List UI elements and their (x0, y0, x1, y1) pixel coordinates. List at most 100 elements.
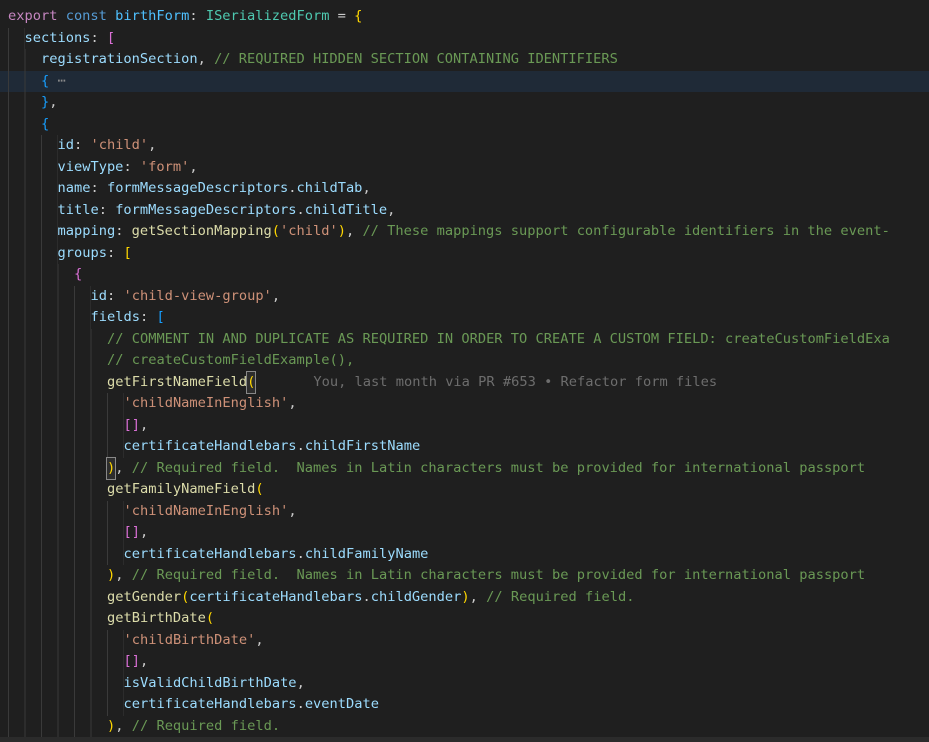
code-line[interactable]: 'childNameInEnglish', (0, 393, 929, 415)
code-line[interactable]: export const birthForm: ISerializedForm … (0, 6, 929, 28)
punctuation-token: . (297, 694, 305, 716)
code-line[interactable]: [], (0, 651, 929, 673)
type-token: ISerializedForm (206, 6, 330, 28)
identifier-token: childTitle (305, 200, 387, 222)
code-line[interactable]: id: 'child', (0, 135, 929, 157)
identifier-token: mapping (58, 221, 116, 243)
punctuation-token: , (189, 157, 197, 179)
string-token: 'childBirthDate' (124, 630, 256, 652)
code-line[interactable]: id: 'child-view-group', (0, 286, 929, 308)
inline-blame-annotation[interactable]: You, last month via PR #653 • Refactor f… (313, 374, 717, 390)
code-line[interactable]: getFirstNameField(You, last month via PR… (0, 372, 929, 394)
code-line[interactable]: ), // Required field. Names in Latin cha… (0, 565, 929, 587)
indent-guides (8, 221, 58, 243)
bracket-token: [ (107, 28, 115, 50)
indent-guides (8, 608, 107, 630)
punctuation-token: , (288, 501, 296, 523)
comment-token: // REQUIRED HIDDEN SECTION CONTAINING ID… (214, 49, 618, 71)
code-line[interactable]: isValidChildBirthDate, (0, 673, 929, 695)
code-line[interactable]: 'childNameInEnglish', (0, 501, 929, 523)
punctuation-token: , (140, 651, 148, 673)
code-line[interactable]: title: formMessageDescriptors.childTitle… (0, 200, 929, 222)
keyword-token: export (8, 6, 57, 28)
code-line[interactable]: ), // Required field. Names in Latin cha… (0, 458, 929, 480)
horizontal-scrollbar[interactable] (0, 737, 929, 742)
string-token: 'child-view-group' (123, 286, 271, 308)
code-line[interactable]: // createCustomFieldExample(), (0, 350, 929, 372)
comment-token: // COMMENT IN AND DUPLICATE AS REQUIRED … (107, 329, 890, 351)
code-line[interactable]: // COMMENT IN AND DUPLICATE AS REQUIRED … (0, 329, 929, 351)
code-line[interactable]: certificateHandlebars.eventDate (0, 694, 929, 716)
string-token: 'childNameInEnglish' (124, 393, 289, 415)
punctuation-token: : (90, 28, 106, 50)
bracket-token: [] (124, 522, 140, 544)
punctuation-token: : (107, 286, 123, 308)
bracket-token: ) (107, 716, 115, 738)
identifier-token: childGender (371, 587, 462, 609)
code-line[interactable]: 'childBirthDate', (0, 630, 929, 652)
code-line[interactable]: ), // Required field. (0, 716, 929, 738)
code-line[interactable]: }, (0, 92, 929, 114)
comment-token: // These mappings support configurable i… (362, 221, 889, 243)
identifier-token: registrationSection (41, 49, 198, 71)
punctuation-token: , (115, 458, 131, 480)
code-line[interactable]: fields: [ (0, 307, 929, 329)
code-line[interactable]: [], (0, 522, 929, 544)
code-line[interactable]: getBirthDate( (0, 608, 929, 630)
identifier-token: childFirstName (305, 436, 420, 458)
identifier-token: groups (58, 243, 107, 265)
bracket-token: ( (206, 608, 214, 630)
bracket-token: [ (156, 307, 164, 329)
code-line[interactable]: { (0, 264, 929, 286)
code-line[interactable]: mapping: getSectionMapping('child'), // … (0, 221, 929, 243)
indent-guides (8, 135, 58, 157)
indent-guides (8, 436, 124, 458)
code-line[interactable]: certificateHandlebars.childFirstName (0, 436, 929, 458)
punctuation-token: . (288, 178, 296, 200)
bracket-token: ) (107, 565, 115, 587)
bracket-token: ) (461, 587, 469, 609)
punctuation-token: , (148, 135, 156, 157)
function-token: getBirthDate (107, 608, 206, 630)
punctuation-token: : (99, 200, 115, 222)
code-editor[interactable]: export const birthForm: ISerializedForm … (0, 0, 929, 742)
indent-guides (8, 49, 41, 71)
code-line[interactable]: viewType: 'form', (0, 157, 929, 179)
code-line[interactable]: sections: [ (0, 28, 929, 50)
code-line[interactable]: [], (0, 415, 929, 437)
function-token: getGender (107, 587, 181, 609)
variable-token: birthForm (115, 6, 189, 28)
indent-guides (8, 479, 107, 501)
code-line[interactable]: { (0, 114, 929, 136)
punctuation-token: , (115, 565, 131, 587)
punctuation-token (107, 6, 115, 28)
punctuation-token: : (115, 221, 131, 243)
code-line[interactable]: certificateHandlebars.childFamilyName (0, 544, 929, 566)
comment-token: // Required field. (132, 716, 280, 738)
string-token: 'childNameInEnglish' (124, 501, 289, 523)
code-lines-container: export const birthForm: ISerializedForm … (0, 0, 929, 737)
keyword-token: const (66, 6, 107, 28)
code-line[interactable]: name: formMessageDescriptors.childTab, (0, 178, 929, 200)
indent-guides (8, 458, 107, 480)
code-line[interactable]: getGender(certificateHandlebars.childGen… (0, 587, 929, 609)
punctuation-token: , (49, 92, 57, 114)
code-line[interactable]: getFamilyNameField( (0, 479, 929, 501)
fold-ellipsis-icon[interactable]: ⋯ (58, 71, 66, 93)
punctuation-token (198, 6, 206, 28)
bracket-token: } (41, 92, 49, 114)
identifier-token: id (58, 135, 74, 157)
indent-guides (8, 630, 124, 652)
code-line[interactable]: registrationSection, // REQUIRED HIDDEN … (0, 49, 929, 71)
bracket-token: ( (255, 479, 263, 501)
comment-token: // Required field. (486, 587, 634, 609)
string-token: 'form' (140, 157, 189, 179)
identifier-token: childTab (297, 178, 363, 200)
identifier-token: formMessageDescriptors (115, 200, 296, 222)
punctuation-token: : (107, 243, 123, 265)
code-line-selected[interactable]: { ⋯ (0, 71, 929, 93)
function-token: getFirstNameField (107, 372, 247, 394)
identifier-token: fields (91, 307, 140, 329)
indent-guides (8, 544, 124, 566)
code-line[interactable]: groups: [ (0, 243, 929, 265)
